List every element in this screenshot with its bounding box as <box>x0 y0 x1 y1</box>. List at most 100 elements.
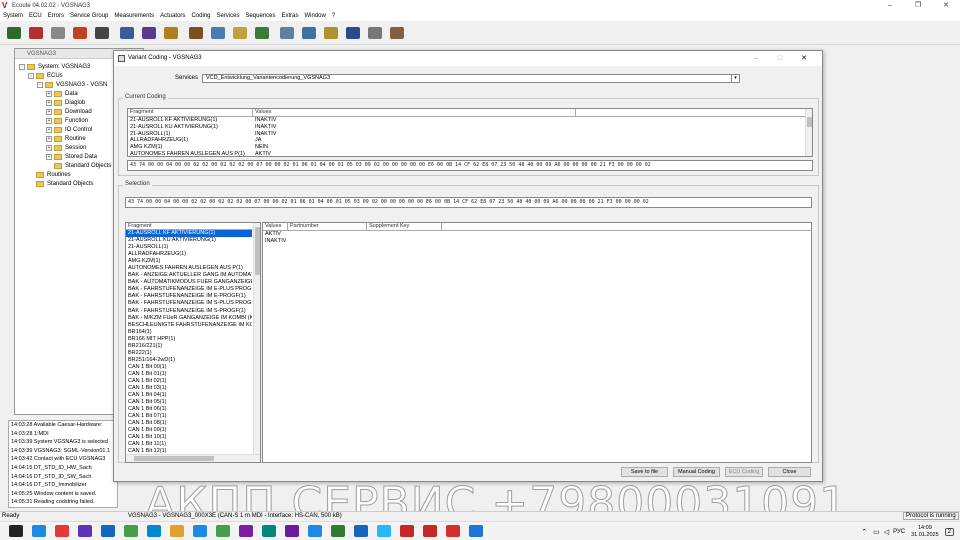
menu-item-system[interactable]: System <box>0 13 26 19</box>
fragment-list-item[interactable]: BAK - FAHRSTUFENANZEIGE IM S-PROGF(1) <box>126 308 252 315</box>
save-to-file-button[interactable]: Save to file <box>621 467 668 477</box>
expand-icon[interactable]: + <box>46 153 52 160</box>
fragment-list-item[interactable]: BR222(1) <box>126 350 252 357</box>
fragment-list-item[interactable]: BR251/164-2wD(1) <box>126 357 252 364</box>
current-coding-row[interactable]: 21-AUSROLL(1) INAKTIV <box>128 131 812 138</box>
fragment-list-item[interactable]: BR164(1) <box>126 329 252 336</box>
collapse-icon[interactable]: - <box>28 72 34 79</box>
toolbar-data-icon[interactable] <box>230 24 250 42</box>
toolbar-table-icon[interactable] <box>208 24 228 42</box>
taskbar-app-icon[interactable] <box>262 525 276 537</box>
fragment-list-item[interactable]: BAK - FAHRSTUFENANZEIGE IM E-PROGF(1) <box>126 293 252 300</box>
expand-icon[interactable]: + <box>46 99 52 106</box>
toolbar-connect-icon[interactable] <box>4 24 24 42</box>
toolbar-ecu-icon[interactable] <box>92 24 112 42</box>
taskbar-search-icon[interactable] <box>32 525 46 537</box>
toolbar-search-icon[interactable] <box>343 24 363 42</box>
toolbar-settings-icon[interactable] <box>321 24 341 42</box>
toolbar-tool-icon[interactable] <box>387 24 407 42</box>
expand-icon[interactable]: + <box>46 108 52 115</box>
collapse-icon[interactable]: - <box>37 81 43 88</box>
ecu-coding-button[interactable]: ECU Coding <box>725 467 763 477</box>
dialog-minimize-icon[interactable]: – <box>744 51 768 66</box>
menu-item-actuators[interactable]: Actuators <box>157 13 188 19</box>
fragment-list-item[interactable]: CAN 1 Bit 07(1) <box>126 413 252 420</box>
fragment-list-item[interactable]: BAK - ANZEIGE AKTUELLER GANG IM AUTOMAT <box>126 272 252 279</box>
dialog-close-icon[interactable]: ✕ <box>792 51 816 66</box>
toolbar-io-icon[interactable] <box>252 24 272 42</box>
taskbar-app-icon[interactable] <box>469 525 483 537</box>
toolbar-flash-icon[interactable] <box>139 24 159 42</box>
fragment-list-item[interactable]: 21-AUSROLL KF AKTIVIERUNG(1) <box>126 230 252 238</box>
taskbar-app-icon[interactable] <box>285 525 299 537</box>
tray-chevron-icon[interactable]: ⌃ <box>861 528 867 536</box>
fragment-list-item[interactable]: CAN 1 Bit 08(1) <box>126 420 252 427</box>
expand-icon[interactable]: + <box>46 126 52 133</box>
menu-item-ecu[interactable]: ECU <box>26 13 45 19</box>
fragment-list-item[interactable]: CAN 1 Bit 00(1) <box>126 364 252 371</box>
taskbar-app-icon[interactable] <box>308 525 322 537</box>
expand-icon[interactable]: + <box>46 90 52 97</box>
taskbar-vediamo-icon[interactable] <box>423 525 437 537</box>
volume-icon[interactable]: ◁ <box>884 528 889 536</box>
fragment-list-item[interactable]: CAN 1 Bit 02(1) <box>126 378 252 385</box>
current-coding-scrollbar[interactable] <box>805 109 812 156</box>
menu-item-errors[interactable]: Errors <box>45 13 67 19</box>
services-select[interactable]: VCD_Entwicklung_Variantencodierung_VGSNA… <box>202 74 740 83</box>
fragment-list[interactable]: Fragment 21-AUSROLL KF AKTIVIERUNG(1) 21-… <box>125 222 261 463</box>
menu-item-service-group[interactable]: Service Group <box>67 13 111 19</box>
taskbar-whatsapp-icon[interactable] <box>216 525 230 537</box>
taskbar-photos-icon[interactable] <box>78 525 92 537</box>
taskbar-pdf-icon[interactable] <box>400 525 414 537</box>
fragment-list-item[interactable]: BAK - FAHRSTUFENANZEIGE IM S-PLUS PROGF <box>126 300 252 307</box>
close-button[interactable]: Close <box>768 467 811 477</box>
toolbar-stop-icon[interactable] <box>70 24 90 42</box>
current-coding-row[interactable]: 21-AUSROLL KU AKTIVIERUNG(1) INAKTIV <box>128 124 812 131</box>
fragment-list-item[interactable]: CAN 1 Bit 10(1) <box>126 434 252 441</box>
toolbar-variant-icon[interactable] <box>117 24 137 42</box>
toolbar-read-icon[interactable] <box>161 24 181 42</box>
fragment-list-item[interactable]: CAN 1 Bit 04(1) <box>126 392 252 399</box>
chevron-down-icon[interactable]: ▾ <box>731 75 739 82</box>
values-table[interactable]: Values Partnumber Supplement Key AKTIV IN… <box>262 222 812 463</box>
fragment-list-item[interactable]: CAN 1 Bit 05(1) <box>126 399 252 406</box>
restore-icon[interactable]: ❐ <box>904 0 932 11</box>
fragment-vscrollbar[interactable] <box>253 223 260 454</box>
fragment-list-item[interactable]: CAN 1 Bit 03(1) <box>126 385 252 392</box>
fragment-list-item[interactable]: BAK - AUTOMATIKMODUS FUER GANGANZEIGE <box>126 279 252 286</box>
close-icon[interactable]: ✕ <box>932 0 960 11</box>
menu-item-help[interactable]: ? <box>329 13 338 19</box>
current-coding-row[interactable]: 21-AUSROLL KF AKTIVIERUNG(1) INAKTIV <box>128 117 812 124</box>
fragment-list-item[interactable]: ALLRADFAHRZEUG(1) <box>126 251 252 258</box>
clock[interactable]: 14:09 31.01.2025 <box>911 525 939 539</box>
fragment-list-item[interactable]: BAK - M/KZM FUeR GANGANZEIGE IM KOMBI (K <box>126 315 252 322</box>
menu-item-measurements[interactable]: Measurements <box>111 13 157 19</box>
fragment-list-item[interactable]: BAK - FAHRSTUFENANZEIGE IM E-PLUS PROGF <box>126 286 252 293</box>
toolbar-refresh-icon[interactable] <box>48 24 68 42</box>
taskbar-excel-icon[interactable] <box>331 525 345 537</box>
value-row[interactable]: INAKTIV <box>263 238 811 245</box>
fragment-list-item[interactable]: CAN 1 Bit 09(1) <box>126 427 252 434</box>
fragment-list-item[interactable]: CAN 1 Bit 06(1) <box>126 406 252 413</box>
toolbar-grid-icon[interactable] <box>299 24 319 42</box>
value-row[interactable]: AKTIV <box>263 231 811 238</box>
language-indicator[interactable]: РУС <box>893 529 905 535</box>
fragment-list-item[interactable]: 21-AUSROLL KU AKTIVIERUNG(1) <box>126 237 252 244</box>
fragment-list-item[interactable]: CAN 1 Bit 11(1) <box>126 441 252 448</box>
collapse-icon[interactable]: - <box>19 63 25 70</box>
fragment-list-item[interactable]: AMG KZM(1) <box>126 258 252 265</box>
taskbar-folder-icon[interactable] <box>170 525 184 537</box>
toolbar-disconnect-icon[interactable] <box>26 24 46 42</box>
fragment-list-item[interactable]: AUTONOMES FAHREN AUSLEGEN AUS P(1) <box>126 265 252 272</box>
fragment-hscrollbar[interactable] <box>126 454 260 462</box>
fragment-list-item[interactable]: BR216/221(1) <box>126 343 252 350</box>
taskbar-vediamo-icon[interactable] <box>446 525 460 537</box>
taskbar-app-icon[interactable] <box>377 525 391 537</box>
menu-item-window[interactable]: Window <box>302 13 329 19</box>
fragment-list-item[interactable]: CAN 1 Bit 01(1) <box>126 371 252 378</box>
taskbar-edge-icon[interactable] <box>55 525 69 537</box>
current-coding-row[interactable]: AUTONOMES FAHREN AUSLEGEN AUS P(1) AKTIV <box>128 151 812 156</box>
menu-item-services[interactable]: Services <box>213 13 242 19</box>
taskbar-explorer-icon[interactable] <box>147 525 161 537</box>
minimize-icon[interactable]: – <box>876 0 904 11</box>
